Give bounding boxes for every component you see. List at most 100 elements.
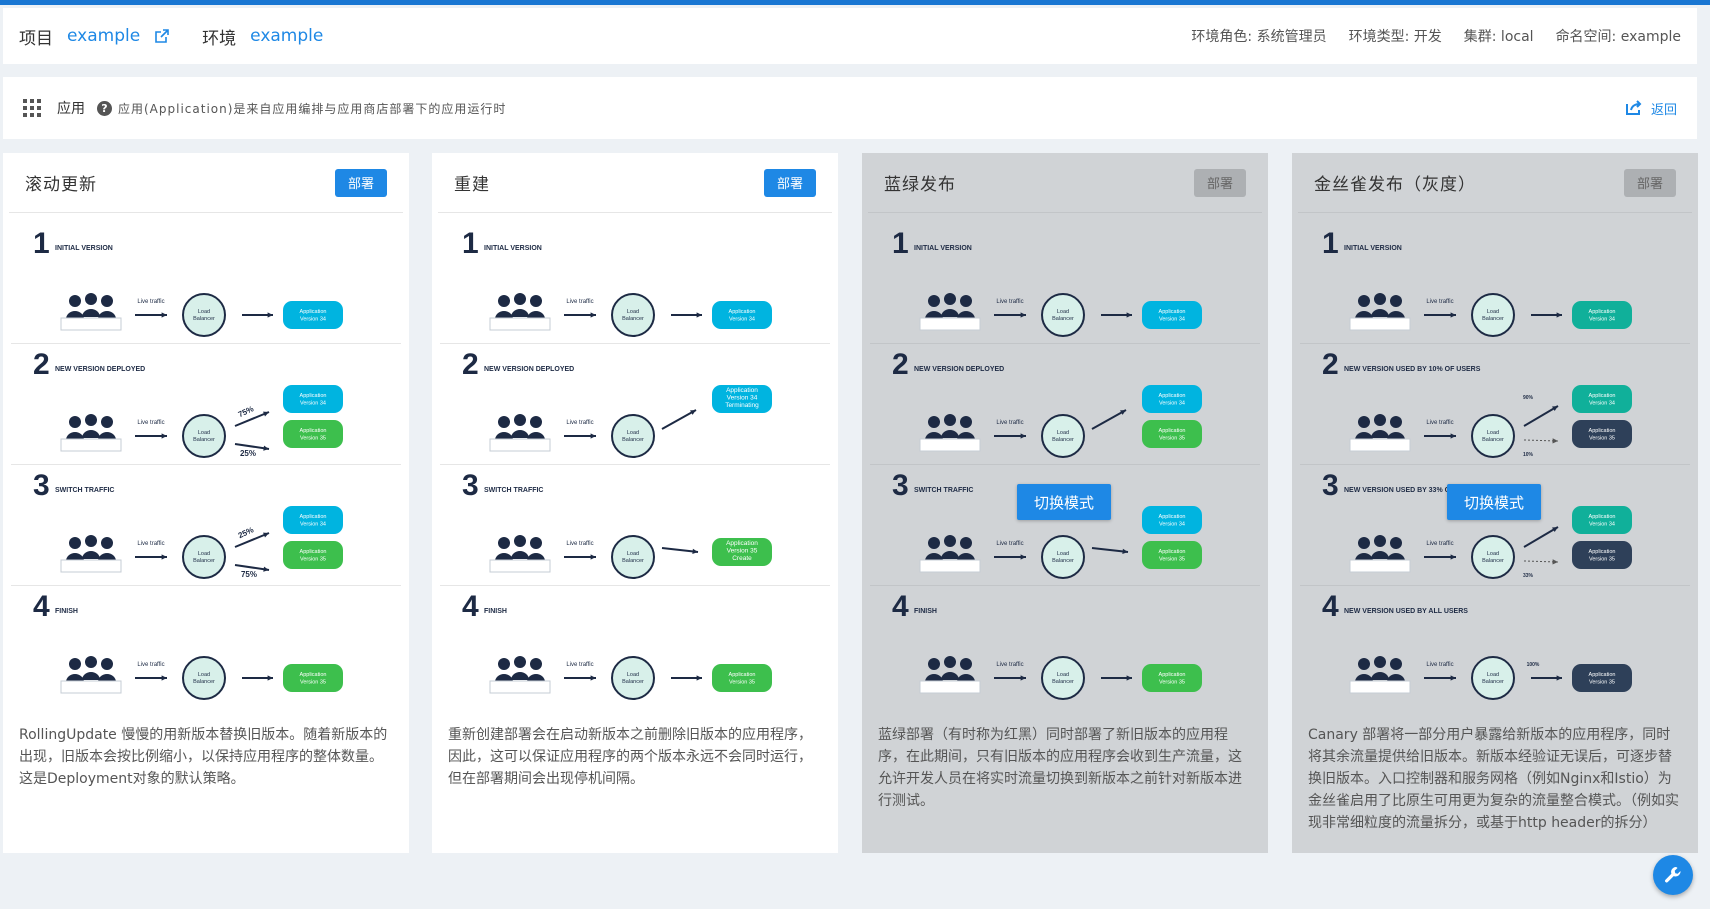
app-version-node-label-2: Create (732, 555, 752, 562)
project-link[interactable]: example (67, 26, 140, 46)
user-head-icon (498, 658, 510, 670)
users-desk (919, 680, 981, 694)
app-version-node-label-0: Application (300, 514, 327, 520)
lb-label-line1: Load (1057, 430, 1069, 436)
stage-diagram-svg: UsersLive trafficLoadBalancer90%10%Appli… (1349, 385, 1632, 458)
user-head-icon (960, 295, 972, 307)
user-head-icon (960, 537, 972, 549)
user-body-icon (82, 551, 100, 559)
namespace: 命名空间: example (1555, 29, 1681, 45)
lb-label-line1: Load (627, 309, 639, 315)
app-version-node (1142, 506, 1202, 534)
env-link[interactable]: example (250, 26, 323, 46)
users-group-icon (489, 414, 551, 452)
lb-label-line1: Load (1057, 551, 1069, 557)
traffic-percent-label: 33% (1523, 573, 1534, 579)
users-desk (60, 680, 122, 694)
diagram-stage: 3SWITCH TRAFFICUsersLive trafficLoadBala… (440, 465, 830, 586)
user-head-icon (1358, 295, 1370, 307)
app-version-node-label-0: Application (1159, 549, 1186, 555)
app-version-node-label-0: Application (300, 393, 327, 399)
users-desk (1349, 680, 1411, 694)
traffic-arrow-head (1450, 433, 1456, 439)
app-version-node-label-1: Version 34 (1589, 317, 1615, 323)
load-balancer-node (1041, 414, 1085, 458)
env-type: 环境类型: 开发 (1348, 29, 1442, 45)
app-version-node-label-1: Version 35 (1589, 436, 1615, 442)
app-version-node (1142, 664, 1202, 692)
back-button[interactable]: 返回 (1625, 99, 1677, 118)
lb-label-line2: Balancer (1482, 316, 1504, 322)
user-body-icon (1371, 672, 1389, 680)
live-traffic-label: Live traffic (996, 662, 1023, 668)
app-version-node-label-1: Version 35 (1159, 680, 1185, 686)
traffic-arrow-head (161, 433, 167, 439)
deploy-button-disabled: 部署 (1624, 168, 1676, 197)
user-body-icon (1371, 430, 1389, 438)
users-desk (489, 438, 551, 452)
user-head-icon (101, 658, 113, 670)
lb-label-line1: Load (1487, 430, 1499, 436)
stage-diagram-svg: UsersLive trafficLoadBalancer25%75%Appli… (60, 506, 343, 579)
app-version-node-label-1: Version 35 (1589, 557, 1615, 563)
route-arrow (1523, 526, 1559, 548)
apps-grid-icon (23, 99, 41, 117)
user-head-icon (498, 537, 510, 549)
user-body-icon (511, 551, 529, 559)
traffic-percent-label: 25% (237, 525, 255, 540)
app-version-node-label-0: Application (1159, 309, 1186, 315)
route-arrow (1091, 409, 1127, 430)
switch-mode-button-canary[interactable]: 切换模式 (1447, 484, 1541, 520)
stage-diagram-svg: UsersLive trafficLoadBalancerApplication… (60, 293, 343, 337)
deploy-button[interactable]: 部署 (764, 168, 816, 197)
load-balancer-node (611, 414, 655, 458)
env-meta: 环境角色: 系统管理员 环境类型: 开发 集群: local 命名空间: exa… (1191, 26, 1681, 46)
user-body-icon (82, 430, 100, 438)
live-traffic-label: Live traffic (996, 541, 1023, 547)
help-icon: ? (97, 100, 112, 116)
lb-label-line2: Balancer (193, 558, 215, 564)
diagram-stage: 2NEW VERSION DEPLOYEDUsersLive trafficLo… (440, 344, 830, 465)
app-version-node-label-1: Version 35 (729, 680, 755, 686)
app-version-node (1142, 301, 1202, 329)
user-head-icon (85, 535, 97, 547)
user-head-icon (960, 416, 972, 428)
users-group-icon (60, 293, 122, 331)
lb-label-line1: Load (1057, 672, 1069, 678)
app-version-node (712, 301, 772, 329)
traffic-arrow-head (1020, 675, 1026, 681)
route-arrow-head (267, 675, 273, 681)
external-link-icon[interactable] (154, 28, 170, 44)
lb-label-line1: Load (627, 430, 639, 436)
diagram-stage: 2NEW VERSION DEPLOYEDUsersLive trafficLo… (11, 344, 401, 465)
card-description: Canary 部署将一部分用户暴露给新版本的应用程序，同时将其余流量提供给旧版本… (1308, 727, 1679, 831)
strategy-diagram: 1INITIAL VERSIONUsersLive trafficLoadBal… (870, 223, 1260, 708)
users-group-icon (1349, 535, 1411, 573)
traffic-percent-label: 100% (1527, 662, 1540, 668)
app-version-node (1142, 541, 1202, 569)
switch-mode-button-bluegreen[interactable]: 切换模式 (1017, 484, 1111, 520)
stage-diagram-svg: UsersLive trafficLoadBalancerApplication… (919, 293, 1202, 337)
user-head-icon (1374, 414, 1386, 426)
traffic-arrow-head (1020, 554, 1026, 560)
card-title: 滚动更新 (25, 175, 97, 195)
users-desk (919, 317, 981, 331)
live-traffic-label: Live traffic (137, 299, 164, 305)
traffic-arrow-head (1450, 554, 1456, 560)
user-head-icon (85, 656, 97, 668)
user-head-icon (530, 658, 542, 670)
user-head-icon (928, 658, 940, 670)
tools-fab-button[interactable] (1653, 855, 1693, 895)
load-balancer-node (1041, 293, 1085, 337)
user-body-icon (941, 672, 959, 680)
user-body-icon (1371, 551, 1389, 559)
lb-label-line2: Balancer (1482, 558, 1504, 564)
diagram-stage: 4FINISHUsersLive trafficLoadBalancerAppl… (440, 586, 830, 707)
back-label: 返回 (1650, 102, 1677, 118)
user-head-icon (69, 658, 81, 670)
deploy-button[interactable]: 部署 (335, 168, 387, 197)
diagram-stage: 1INITIAL VERSIONUsersLive trafficLoadBal… (870, 223, 1260, 344)
traffic-arrow-head (1450, 312, 1456, 318)
users-desk (60, 559, 122, 573)
diagram-stage: 2NEW VERSION USED BY 10% OF USERSUsersLi… (1300, 344, 1690, 465)
